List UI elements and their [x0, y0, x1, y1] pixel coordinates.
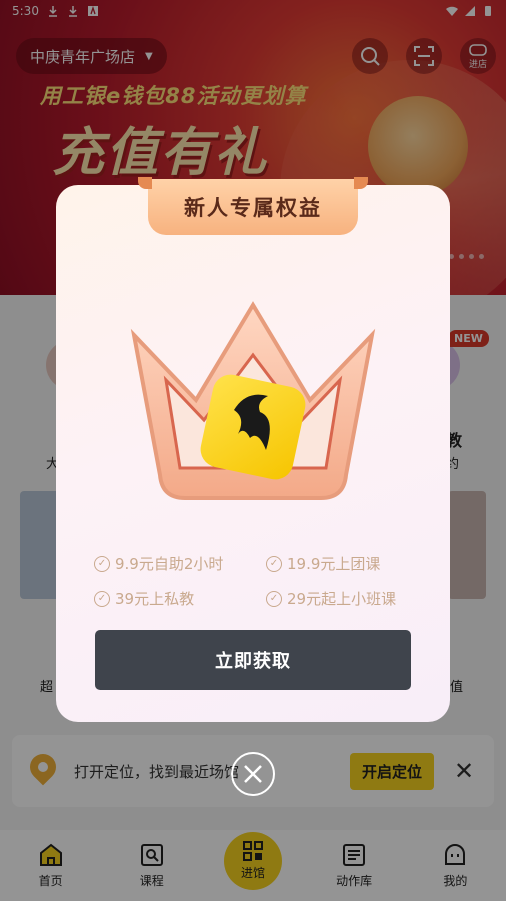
new-user-benefits-modal: 新人专属权益 ✓ 9.9元自助2小时 ✓ 19.9元上团课 ✓ 39元上私教 ✓ 29元… [56, 177, 450, 722]
benefit-item: ✓ 39元上私教 [94, 588, 252, 609]
claim-now-button[interactable]: 立即获取 [95, 630, 411, 690]
modal-title: 新人专属权益 [184, 196, 322, 220]
check-circle-icon: ✓ [266, 590, 282, 607]
benefit-text: 39元上私教 [115, 590, 195, 608]
benefit-item: ✓ 19.9元上团课 [266, 553, 424, 574]
crown-badge-icon [130, 301, 376, 500]
modal-close-button[interactable] [231, 752, 275, 796]
benefits-list: ✓ 9.9元自助2小时 ✓ 19.9元上团课 ✓ 39元上私教 ✓ 29元起上小班课 [94, 553, 424, 609]
benefit-text: 29元起上小班课 [287, 590, 397, 608]
benefit-text: 9.9元自助2小时 [115, 555, 224, 573]
benefit-item: ✓ 9.9元自助2小时 [94, 553, 252, 574]
check-circle-icon: ✓ [94, 590, 110, 607]
modal-title-ribbon: 新人专属权益 [138, 177, 368, 235]
close-icon [244, 765, 262, 783]
benefit-text: 19.9元上团课 [287, 555, 381, 573]
check-circle-icon: ✓ [94, 555, 110, 572]
benefit-item: ✓ 29元起上小班课 [266, 588, 424, 609]
check-circle-icon: ✓ [266, 555, 282, 572]
